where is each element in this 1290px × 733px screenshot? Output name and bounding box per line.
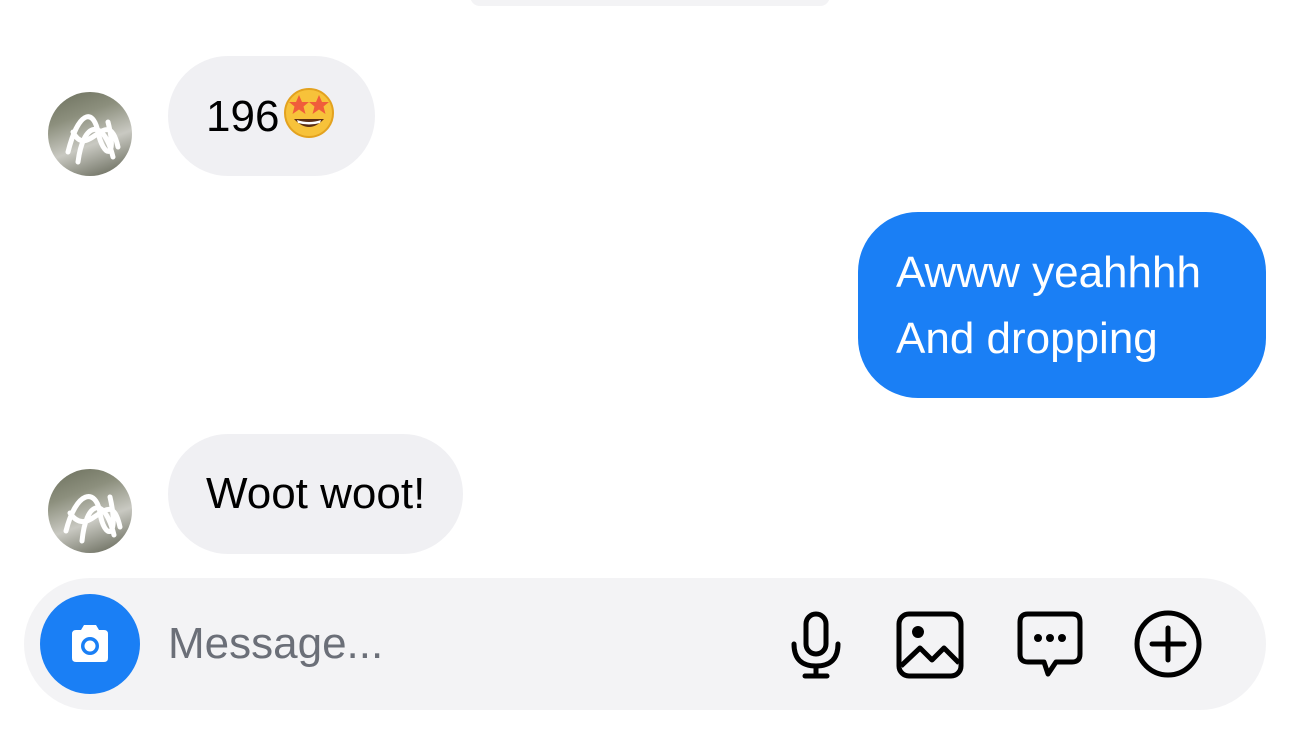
outgoing-message-bubble[interactable]: Awww yeahhhh And dropping <box>858 212 1266 398</box>
sticker-chat-button[interactable] <box>1014 608 1086 680</box>
voice-message-button[interactable] <box>780 608 852 680</box>
more-options-button[interactable] <box>1132 608 1204 680</box>
message-line: Awww yeahhhh <box>896 248 1201 297</box>
incoming-message-bubble[interactable]: 196 <box>168 56 376 176</box>
message-text: Woot woot! <box>206 469 426 518</box>
scribble-overlay-icon <box>65 114 121 165</box>
gallery-button[interactable] <box>894 608 966 680</box>
microphone-icon <box>791 611 841 679</box>
scribble-overlay-icon <box>63 494 123 544</box>
message-line: And dropping <box>896 314 1158 363</box>
gallery-icon <box>896 611 964 679</box>
star-struck-emoji <box>284 88 335 138</box>
sticker-chat-icon <box>1017 611 1083 677</box>
message-text: 196 <box>206 92 280 141</box>
sender-avatar[interactable] <box>48 92 132 176</box>
camera-button[interactable] <box>40 594 140 694</box>
sender-avatar[interactable] <box>48 469 132 553</box>
incoming-message-bubble[interactable]: Woot woot! <box>168 434 464 554</box>
camera-icon <box>72 625 108 662</box>
message-input[interactable] <box>168 614 728 674</box>
message-composer <box>24 578 1266 710</box>
previous-message-fade <box>470 0 830 6</box>
plus-circle-icon <box>1134 610 1202 678</box>
